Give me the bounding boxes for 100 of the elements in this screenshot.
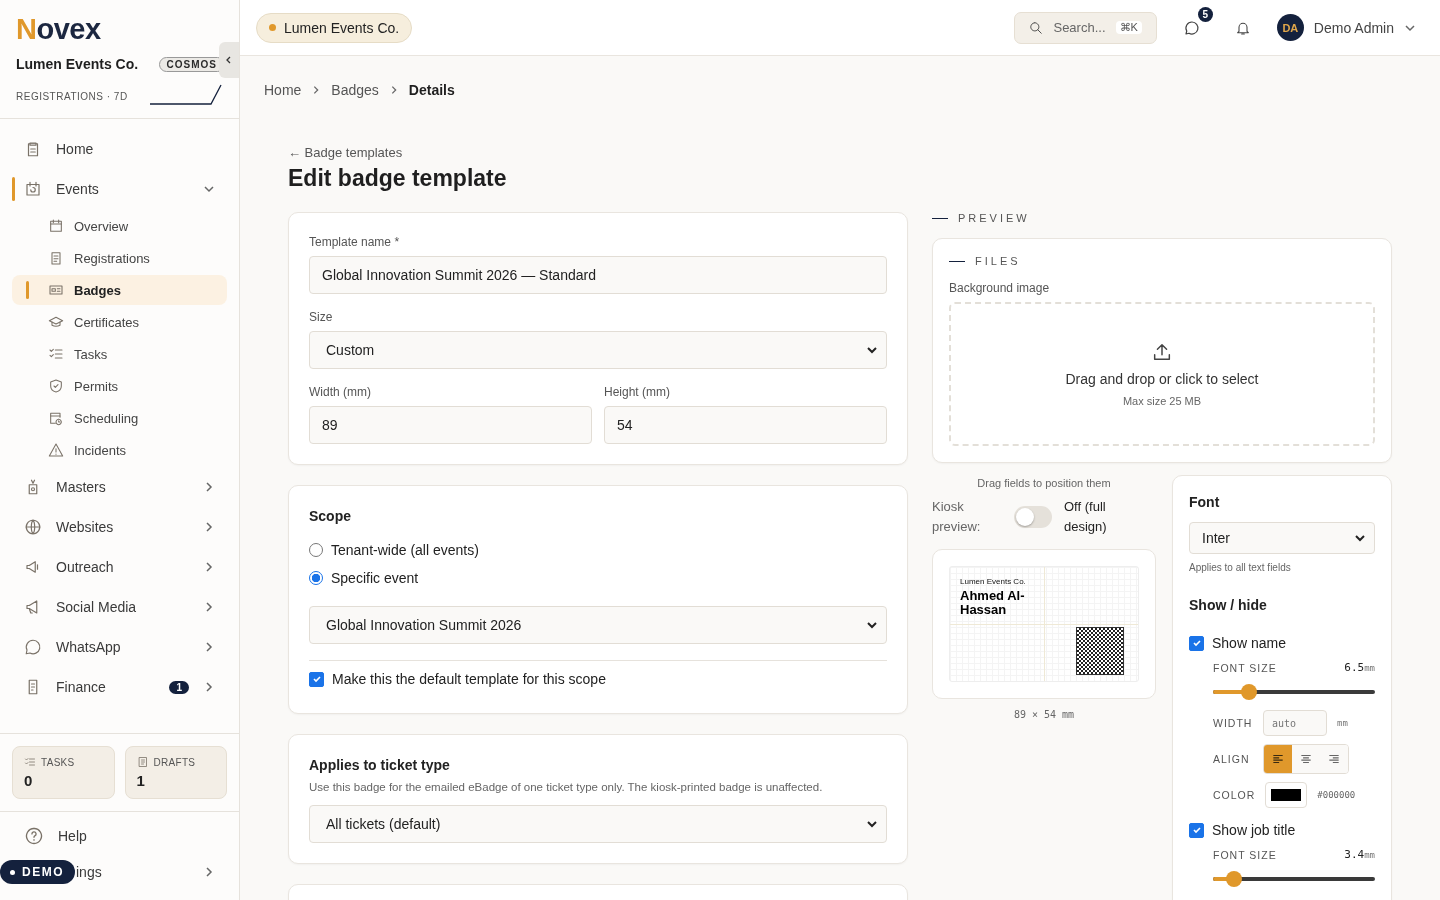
nav-icon	[24, 518, 42, 536]
badge-org-text[interactable]: Lumen Events Co.	[960, 577, 1040, 586]
align-left-icon	[1271, 752, 1285, 766]
chevron-right-icon	[203, 561, 215, 573]
nav-subitem[interactable]: Incidents	[12, 435, 227, 465]
nav-item[interactable]: Masters	[12, 467, 227, 507]
nav-item[interactable]: Events	[12, 169, 227, 209]
section-label: PREVIEW	[958, 212, 1030, 224]
field-label: Size	[309, 310, 334, 324]
radio-button[interactable]	[309, 543, 323, 557]
nav-item[interactable]: Finance 1	[12, 667, 227, 707]
kiosk-toggle[interactable]	[1014, 506, 1052, 528]
slider-handle[interactable]	[1240, 684, 1257, 700]
chevron-right-icon	[203, 521, 215, 533]
chevron-down-icon	[203, 183, 215, 195]
section-description: Use this badge for the emailed eBadge of one ticket type only. The kiosk-printed badge is unaffected.	[309, 781, 824, 793]
shortcut-hint: ⌘K	[1115, 21, 1142, 34]
color-value: #000000	[1317, 790, 1356, 800]
counter-card[interactable]: TASKS 0	[12, 746, 115, 799]
section-title: Scope	[309, 508, 352, 524]
checkbox[interactable]	[1189, 822, 1204, 838]
checkbox-label: Show name	[1212, 635, 1286, 651]
field-label: Height (mm)	[604, 385, 671, 399]
nav-subitem[interactable]: Registrations	[12, 243, 227, 273]
nav-subitem[interactable]: Certificates	[12, 307, 227, 337]
search-field[interactable]: Search... ⌘K	[1014, 11, 1157, 44]
nav-subitem[interactable]: Tasks	[12, 339, 227, 369]
nav-item[interactable]: Help	[12, 818, 227, 854]
back-link[interactable]: ← Badge templates	[288, 145, 403, 160]
nav-icon	[48, 346, 64, 362]
checkbox[interactable]	[1189, 635, 1204, 651]
font-size-slider[interactable]	[1213, 871, 1375, 887]
nav-icon	[48, 378, 64, 394]
counter-label: DRAFTS	[153, 756, 196, 768]
dimensions-text: 89 × 54 mm	[1012, 709, 1076, 720]
dropzone-hint: Max size 25 MB	[1122, 395, 1202, 407]
toggle-state: Off (full design)	[1064, 498, 1108, 536]
ticket-type-select[interactable]: All tickets (default)	[309, 805, 887, 843]
section-title: Applies to ticket type	[309, 757, 451, 773]
tenant-chip[interactable]: Lumen Events Co.	[256, 12, 413, 43]
avatar: DA	[1276, 14, 1304, 41]
section-label: FILES	[975, 255, 1021, 267]
qr-code-drawing[interactable]	[1076, 627, 1124, 675]
dropzone-text: Drag and drop or click to select	[1065, 371, 1259, 387]
width-field[interactable]: auto	[1263, 710, 1327, 736]
counter-card[interactable]: DRAFTS 1	[124, 746, 227, 799]
nav-item[interactable]: Websites	[12, 507, 227, 547]
checkmark-icon	[311, 674, 322, 684]
breadcrumb-item[interactable]: Badges	[331, 82, 379, 98]
counter-label: TASKS	[41, 756, 75, 768]
width-field[interactable]: 89	[309, 406, 592, 444]
nav-item[interactable]: WhatsApp	[12, 627, 227, 667]
font-size-value: 6.5mm	[1344, 661, 1375, 674]
template-name-field[interactable]: Global Innovation Summit 2026 — Standard	[309, 256, 887, 294]
checkbox[interactable]	[309, 671, 324, 687]
size-select[interactable]: Custom	[309, 331, 887, 369]
property-label: FONT SIZE	[1213, 661, 1277, 674]
logo-mark: N	[16, 13, 37, 45]
logo-text: ovex	[36, 13, 101, 45]
nav-icon	[48, 442, 64, 458]
font-size-slider[interactable]	[1213, 684, 1375, 700]
chat-icon	[1182, 18, 1201, 37]
nav-subitem[interactable]: Permits	[12, 371, 227, 401]
event-select[interactable]: Global Innovation Summit 2026	[309, 606, 887, 644]
hint-text: Applies to all text fields	[1189, 562, 1292, 573]
property-label: WIDTH	[1213, 717, 1253, 729]
user-menu[interactable]: DA Demo Admin	[1276, 14, 1416, 41]
breadcrumb-item: Details	[408, 82, 455, 98]
badge-name-text[interactable]: Ahmed Al-Hassan	[960, 589, 1040, 617]
align-button[interactable]	[1320, 745, 1348, 773]
nav-item[interactable]: ings	[75, 864, 203, 880]
nav-item[interactable]: Home	[12, 129, 227, 169]
chevron-down-icon	[1354, 532, 1366, 544]
chevron-left-icon	[225, 56, 233, 64]
chevron-down-icon	[866, 344, 878, 356]
height-field[interactable]: 54	[604, 406, 887, 444]
color-picker[interactable]	[1265, 782, 1308, 808]
align-button[interactable]	[1264, 745, 1292, 773]
checklist-icon	[24, 756, 36, 768]
breadcrumb-item[interactable]: Home	[264, 82, 302, 98]
chevron-right-icon	[203, 681, 215, 693]
upload-icon	[1151, 341, 1173, 363]
nav-subitem[interactable]: Scheduling	[12, 403, 227, 433]
nav-subitem[interactable]: Overview	[12, 211, 227, 241]
property-label: FONT SIZE	[1213, 848, 1277, 861]
nav-icon	[48, 250, 64, 266]
font-select[interactable]: Inter	[1189, 522, 1375, 554]
nav-item[interactable]: Social Media	[12, 587, 227, 627]
radio-button[interactable]	[309, 571, 323, 585]
slider-handle[interactable]	[1226, 871, 1243, 887]
checkbox-label: Show job title	[1212, 822, 1296, 838]
page-title: Edit badge template	[288, 165, 508, 192]
unit-label: mm	[1337, 718, 1348, 728]
nav-item[interactable]: Outreach	[12, 547, 227, 587]
file-dropzone[interactable]: Drag and drop or click to select Max size 25 MB	[949, 302, 1375, 446]
align-center-icon	[1299, 752, 1313, 766]
align-button[interactable]	[1292, 745, 1320, 773]
nav-subitem[interactable]: Badges	[12, 275, 227, 305]
collapse-sidebar-button[interactable]	[219, 42, 239, 78]
nav-icon	[48, 410, 64, 426]
